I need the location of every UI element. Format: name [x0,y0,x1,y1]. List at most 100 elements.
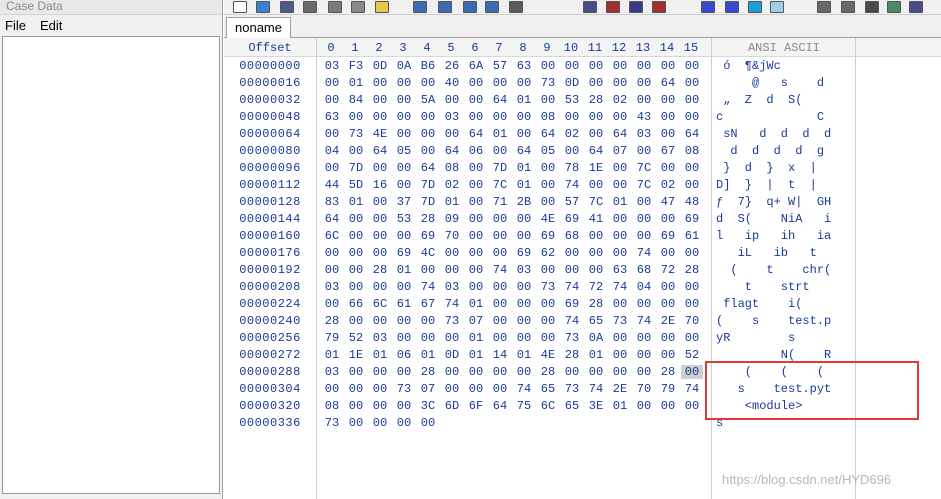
replace-hex-button[interactable] [651,0,667,13]
hex-byte[interactable]: 00 [441,93,463,107]
hex-byte[interactable]: 00 [465,195,487,209]
hex-byte[interactable]: 00 [345,416,367,430]
hex-byte[interactable]: 69 [657,229,679,243]
hex-byte[interactable]: 00 [681,246,703,260]
hex-byte[interactable]: 00 [681,76,703,90]
hex-byte[interactable]: 6F [465,399,487,413]
hex-byte[interactable]: 74 [681,382,703,396]
hex-byte[interactable]: 3C [417,399,439,413]
hex-byte[interactable]: 03 [441,280,463,294]
hex-byte[interactable]: 00 [537,161,559,175]
hex-byte[interactable]: 28 [537,365,559,379]
hex-byte[interactable]: 7C [633,161,655,175]
hex-byte[interactable]: 00 [537,93,559,107]
hex-byte[interactable]: 00 [537,314,559,328]
hex-byte[interactable]: 28 [585,93,607,107]
hex-byte[interactable]: 00 [321,263,343,277]
hex-byte[interactable]: 01 [513,178,535,192]
hex-byte[interactable]: 00 [609,59,631,73]
hex-byte[interactable]: 64 [585,144,607,158]
hex-byte[interactable]: 00 [609,365,631,379]
hex-byte[interactable]: 64 [441,144,463,158]
hex-byte[interactable]: 00 [633,348,655,362]
hex-byte[interactable]: 00 [513,331,535,345]
ascii-text[interactable]: d S( NiA i [716,212,856,226]
hex-byte[interactable]: 48 [681,195,703,209]
hex-byte[interactable]: 66 [345,297,367,311]
hex-byte[interactable]: 00 [369,314,391,328]
hex-byte[interactable]: 01 [441,195,463,209]
properties-button[interactable] [327,0,343,13]
hex-byte[interactable]: 00 [489,76,511,90]
hex-byte[interactable]: 64 [321,212,343,226]
hex-byte[interactable]: 00 [417,127,439,141]
open-button[interactable] [255,0,271,13]
hex-byte[interactable]: 00 [441,331,463,345]
hex-byte[interactable]: 00 [681,178,703,192]
hex-byte[interactable]: 40 [441,76,463,90]
hex-byte[interactable]: 00 [369,416,391,430]
hex-byte[interactable]: 64 [369,144,391,158]
hex-byte[interactable]: 6C [321,229,343,243]
hex-byte[interactable]: 00 [561,246,583,260]
hex-byte[interactable]: 00 [657,246,679,260]
hex-byte[interactable]: 00 [393,331,415,345]
goto-button[interactable] [700,0,716,13]
hex-byte[interactable]: 00 [393,365,415,379]
hex-byte[interactable]: 44 [321,178,343,192]
hex-byte[interactable]: 00 [633,76,655,90]
hex-byte[interactable]: 00 [441,365,463,379]
disk-open-button[interactable] [840,0,856,13]
menu-file[interactable]: File [5,18,26,33]
hex-byte[interactable]: 74 [633,314,655,328]
hex-byte[interactable]: 00 [441,263,463,277]
hex-byte[interactable]: 57 [561,195,583,209]
hex-byte[interactable]: 00 [633,144,655,158]
hex-byte[interactable]: 03 [321,365,343,379]
hex-byte[interactable]: 69 [417,229,439,243]
hex-byte[interactable]: 67 [417,297,439,311]
hex-byte[interactable]: 2E [657,314,679,328]
hex-byte[interactable]: 4C [417,246,439,260]
hex-byte[interactable]: 00 [513,280,535,294]
find-hex-button[interactable] [605,0,621,13]
hex-byte[interactable]: 00 [489,246,511,260]
hex-byte[interactable]: 00 [489,280,511,294]
hex-byte[interactable]: 07 [465,314,487,328]
hex-byte[interactable]: 00 [609,178,631,192]
hex-byte[interactable]: 00 [369,382,391,396]
hex-byte[interactable]: 4E [369,127,391,141]
hex-byte[interactable]: 28 [321,314,343,328]
ascii-text[interactable]: ( s test.p [716,314,856,328]
hex-byte[interactable]: 65 [537,382,559,396]
hex-byte[interactable]: 08 [441,161,463,175]
hex-byte[interactable]: 00 [609,76,631,90]
binary-button[interactable] [508,0,524,13]
hex-byte[interactable]: 01 [465,348,487,362]
hex-byte[interactable]: 41 [585,212,607,226]
hex-byte[interactable]: 6A [465,59,487,73]
search-button[interactable] [908,0,924,13]
hex-byte[interactable]: 53 [393,212,415,226]
hex-byte[interactable]: 00 [681,59,703,73]
hex-byte[interactable]: 16 [369,178,391,192]
hex-byte[interactable]: 00 [369,195,391,209]
hex-byte[interactable]: 00 [489,365,511,379]
hex-byte[interactable]: 00 [681,161,703,175]
hex-byte[interactable]: 00 [585,110,607,124]
hex-byte[interactable]: 74 [561,280,583,294]
ascii-text[interactable]: D] } | t | [716,178,856,192]
hex-byte[interactable]: 00 [609,110,631,124]
hex-byte[interactable]: 00 [633,331,655,345]
hex-editor[interactable]: Offset ANSI ASCII 0 1 2 3 4 5 6 7 8 9 10 11 12 13 14 15… [224,38,941,499]
hex-byte[interactable]: 07 [609,144,631,158]
hex-byte[interactable]: 00 [465,365,487,379]
hex-byte[interactable]: 7D [417,178,439,192]
ram-button[interactable] [864,0,880,13]
hex-byte[interactable]: 64 [489,93,511,107]
hex-byte[interactable]: 06 [393,348,415,362]
hex-byte[interactable]: 00 [393,314,415,328]
hex-byte[interactable]: 00 [585,76,607,90]
hex-byte[interactable]: 00 [537,59,559,73]
case-tree-view[interactable] [2,36,220,494]
